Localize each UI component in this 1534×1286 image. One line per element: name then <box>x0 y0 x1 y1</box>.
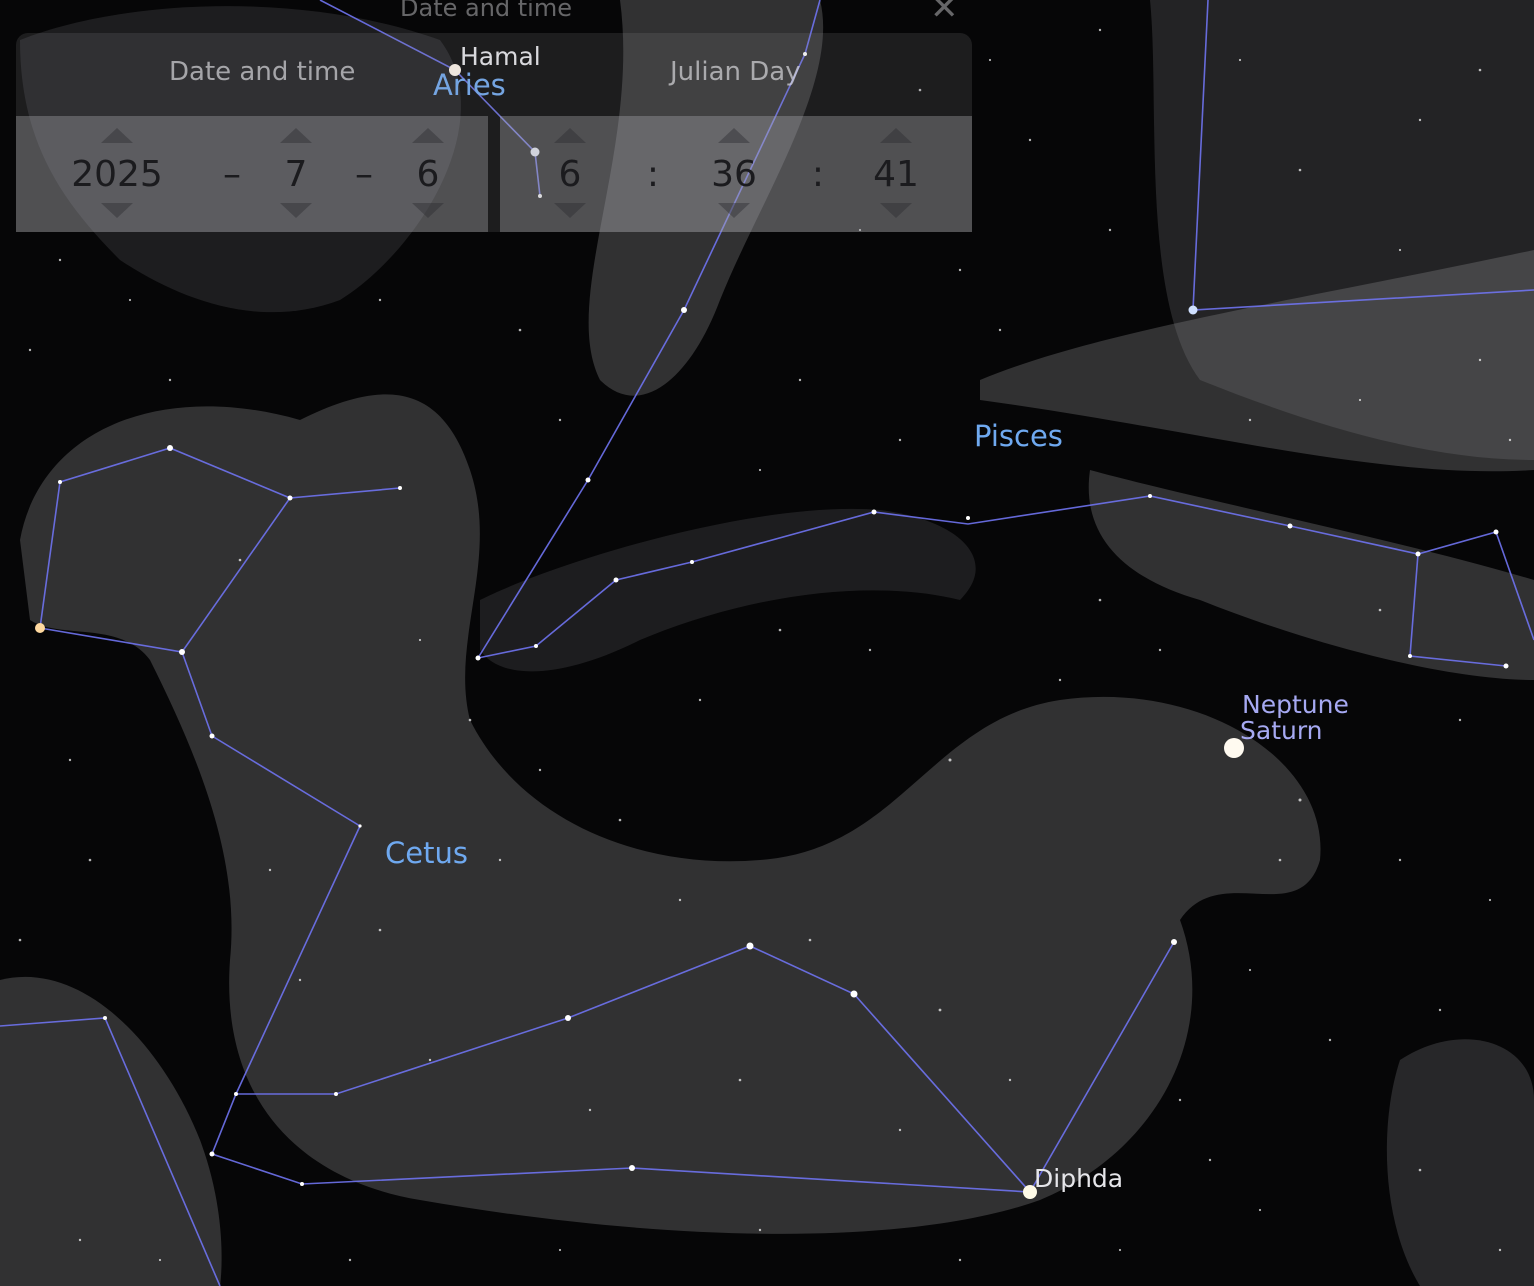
year-spinner[interactable]: 2025 <box>62 116 172 232</box>
dialog-title: Date and time <box>400 0 572 22</box>
year-value[interactable]: 2025 <box>62 154 172 195</box>
month-value[interactable]: 7 <box>241 154 351 195</box>
minute-increment-arrow-icon[interactable] <box>718 128 750 143</box>
hour-value[interactable]: 6 <box>515 154 625 195</box>
planet-label-neptune[interactable]: Neptune <box>1242 690 1349 719</box>
constellation-label-cetus[interactable]: Cetus <box>385 836 468 870</box>
second-increment-arrow-icon[interactable] <box>880 128 912 143</box>
second-value[interactable]: 41 <box>841 154 951 195</box>
second-spinner[interactable]: 41 <box>841 116 951 232</box>
date-heading: Date and time <box>169 57 356 87</box>
time-box: 6 : 36 : 41 <box>500 116 972 232</box>
close-icon[interactable]: ✕ <box>930 0 959 28</box>
planet-label-saturn[interactable]: Saturn <box>1240 716 1323 745</box>
star-label-diphda[interactable]: Diphda <box>1034 1164 1123 1193</box>
year-decrement-arrow-icon[interactable] <box>101 203 133 218</box>
hour-spinner[interactable]: 6 <box>515 116 625 232</box>
month-spinner[interactable]: 7 <box>241 116 351 232</box>
day-spinner[interactable]: 6 <box>373 116 483 232</box>
constellation-label-pisces[interactable]: Pisces <box>974 419 1063 453</box>
minute-value[interactable]: 36 <box>679 154 789 195</box>
date-box: 2025 – 7 – 6 <box>16 116 488 232</box>
day-decrement-arrow-icon[interactable] <box>412 203 444 218</box>
month-increment-arrow-icon[interactable] <box>280 128 312 143</box>
julian-day-heading[interactable]: Julian Day <box>670 57 801 87</box>
minute-decrement-arrow-icon[interactable] <box>718 203 750 218</box>
month-decrement-arrow-icon[interactable] <box>280 203 312 218</box>
time-separator: : <box>646 154 660 195</box>
hour-decrement-arrow-icon[interactable] <box>554 203 586 218</box>
minute-spinner[interactable]: 36 <box>679 116 789 232</box>
hour-increment-arrow-icon[interactable] <box>554 128 586 143</box>
year-increment-arrow-icon[interactable] <box>101 128 133 143</box>
time-separator: : <box>811 154 825 195</box>
day-value[interactable]: 6 <box>373 154 483 195</box>
day-increment-arrow-icon[interactable] <box>412 128 444 143</box>
second-decrement-arrow-icon[interactable] <box>880 203 912 218</box>
date-time-panel: Date and time Julian Day 2025 – 7 – 6 6 … <box>16 33 972 232</box>
